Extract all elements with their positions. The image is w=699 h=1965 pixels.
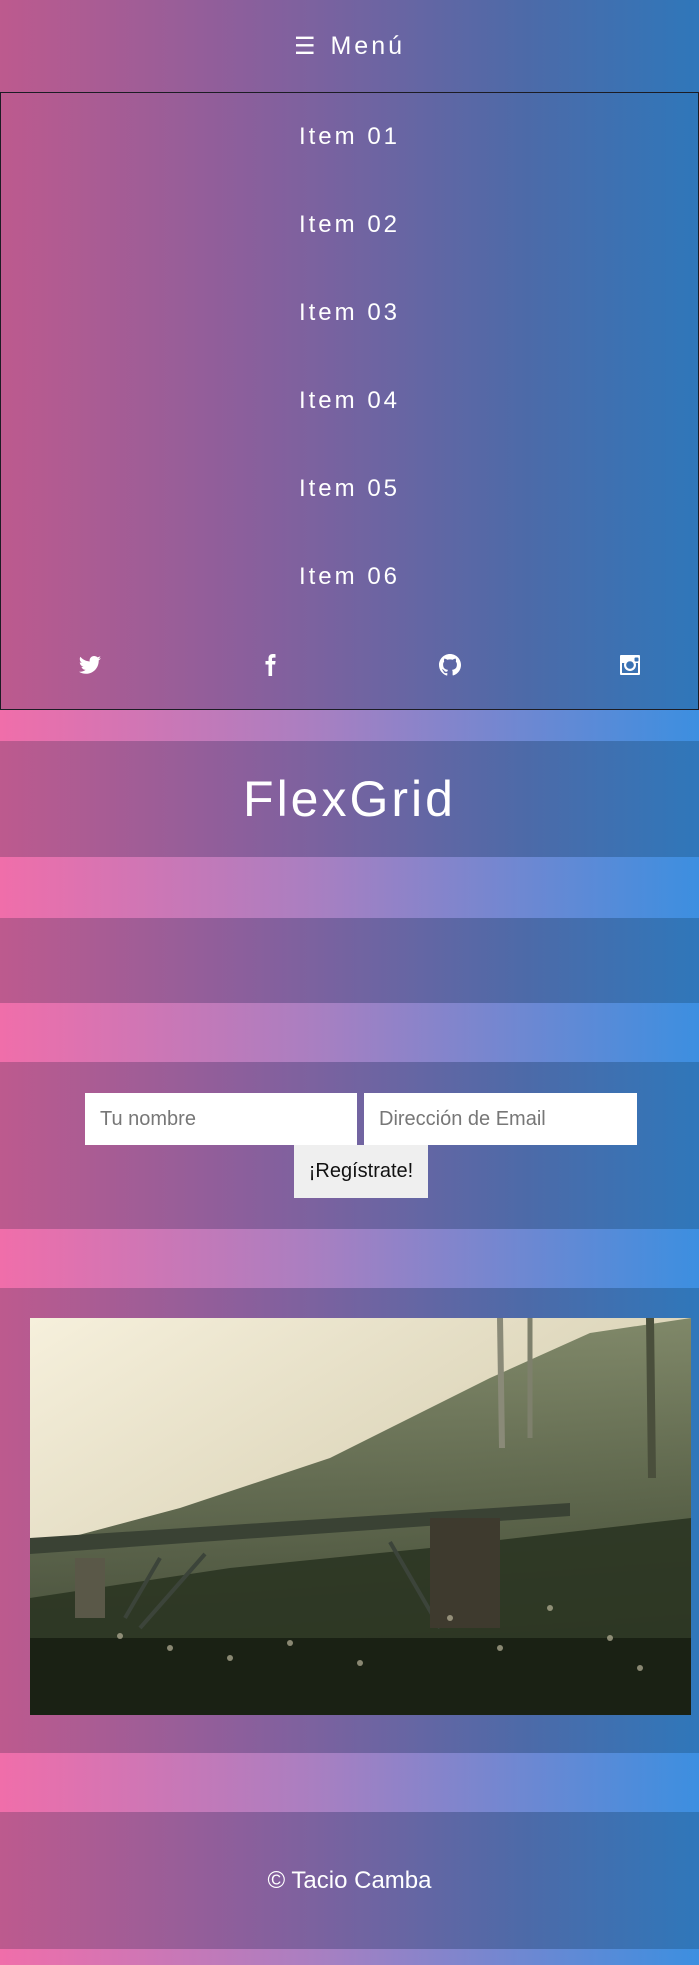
nav-panel: Item 01 Item 02 Item 03 Item 04 Item 05 … xyxy=(0,92,699,710)
nav-item-05[interactable]: Item 05 xyxy=(1,445,698,533)
nav-item-03[interactable]: Item 03 xyxy=(1,269,698,357)
menu-label: Menú xyxy=(330,32,406,60)
social-links xyxy=(1,621,698,709)
twitter-icon[interactable] xyxy=(78,653,102,677)
landscape-photo xyxy=(30,1318,691,1715)
empty-section xyxy=(0,918,699,1003)
footer: © Tacio Camba xyxy=(0,1812,699,1949)
photo-section xyxy=(0,1288,699,1753)
facebook-icon[interactable] xyxy=(258,653,282,677)
nav-item-04[interactable]: Item 04 xyxy=(1,357,698,445)
instagram-icon[interactable] xyxy=(618,653,642,677)
nav-list: Item 01 Item 02 Item 03 Item 04 Item 05 … xyxy=(1,93,698,621)
signup-section: ¡Regístrate! xyxy=(0,1062,699,1229)
email-input[interactable] xyxy=(364,1093,637,1145)
menu-toggle-button[interactable]: ☰ Menú xyxy=(0,0,699,93)
nav-item-01[interactable]: Item 01 xyxy=(1,93,698,181)
nav-item-02[interactable]: Item 02 xyxy=(1,181,698,269)
page-title: FlexGrid xyxy=(243,771,456,827)
register-button[interactable]: ¡Regístrate! xyxy=(294,1145,428,1198)
nav-item-06[interactable]: Item 06 xyxy=(1,533,698,621)
hero-section: FlexGrid xyxy=(0,741,699,857)
name-input[interactable] xyxy=(85,1093,357,1145)
menu-header: ☰ Menú xyxy=(0,0,699,93)
github-icon[interactable] xyxy=(438,653,462,677)
copyright-text: © Tacio Camba xyxy=(267,1866,432,1894)
hamburger-icon: ☰ xyxy=(293,33,319,60)
